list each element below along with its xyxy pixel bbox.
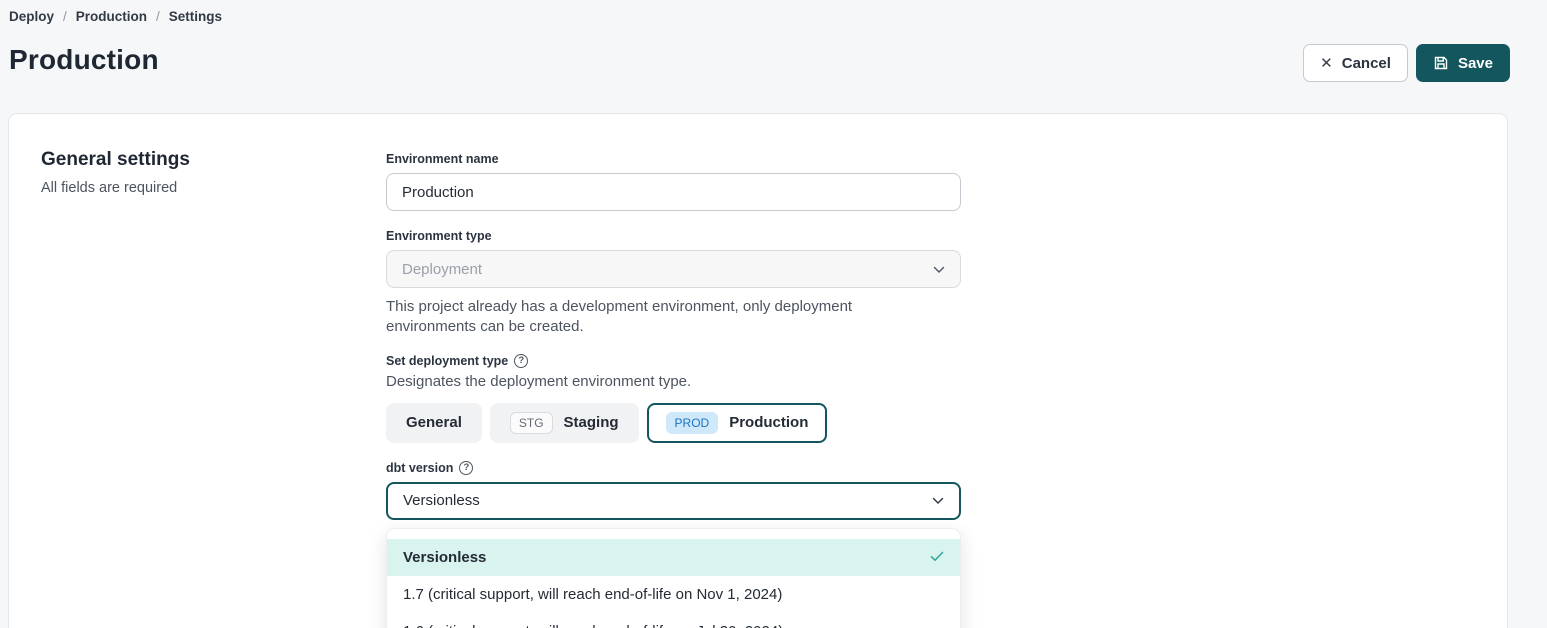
check-icon bbox=[930, 549, 944, 566]
environment-settings-page: Deploy / Production / Settings Productio… bbox=[0, 0, 1547, 628]
environment-name-input[interactable] bbox=[386, 173, 961, 211]
breadcrumb-deploy[interactable]: Deploy bbox=[9, 9, 54, 24]
dbt-version-option-versionless[interactable]: Versionless bbox=[387, 539, 960, 576]
save-button-label: Save bbox=[1458, 55, 1493, 72]
cancel-button[interactable]: ✕ Cancel bbox=[1303, 44, 1408, 82]
environment-type-value: Deployment bbox=[402, 261, 482, 278]
option-label: 1.6 (critical support, will reach end-of… bbox=[403, 623, 783, 628]
deployment-type-staging-label: Staging bbox=[564, 414, 619, 431]
header-actions: ✕ Cancel Save bbox=[1303, 44, 1510, 82]
staging-badge: STG bbox=[510, 412, 553, 434]
dbt-version-select[interactable]: Versionless bbox=[386, 482, 961, 520]
environment-type-select: Deployment bbox=[386, 250, 961, 288]
deployment-type-general-label: General bbox=[406, 414, 462, 431]
help-icon[interactable]: ? bbox=[459, 461, 473, 475]
dbt-version-label: dbt version bbox=[386, 461, 453, 475]
environment-type-helper: This project already has a development e… bbox=[386, 297, 931, 338]
section-title: General settings bbox=[41, 149, 190, 171]
cancel-button-label: Cancel bbox=[1342, 55, 1391, 72]
deployment-type-label-row: Set deployment type ? bbox=[386, 354, 961, 368]
deployment-type-production-button[interactable]: PROD Production bbox=[647, 403, 828, 443]
section-head: General settings All fields are required bbox=[41, 149, 190, 196]
deployment-type-label: Set deployment type bbox=[386, 354, 508, 368]
deployment-type-options: General STG Staging PROD Production bbox=[386, 403, 961, 443]
breadcrumb: Deploy / Production / Settings bbox=[9, 9, 222, 24]
option-label: 1.7 (critical support, will reach end-of… bbox=[403, 586, 782, 603]
section-subtitle: All fields are required bbox=[41, 180, 190, 196]
environment-type-label: Environment type bbox=[386, 229, 961, 243]
save-button[interactable]: Save bbox=[1416, 44, 1510, 82]
dbt-version-option-1-7[interactable]: 1.7 (critical support, will reach end-of… bbox=[387, 576, 960, 613]
dbt-version-value: Versionless bbox=[403, 492, 480, 509]
page-title: Production bbox=[9, 44, 159, 76]
save-icon bbox=[1433, 55, 1449, 71]
deployment-type-staging-button[interactable]: STG Staging bbox=[490, 403, 639, 443]
breadcrumb-production[interactable]: Production bbox=[76, 9, 147, 24]
general-settings-card: General settings All fields are required… bbox=[8, 113, 1508, 628]
dbt-version-dropdown: Versionless 1.7 (critical support, will … bbox=[386, 528, 961, 628]
breadcrumb-separator: / bbox=[63, 9, 67, 24]
option-label: Versionless bbox=[403, 549, 486, 566]
dbt-version-label-row: dbt version ? bbox=[386, 461, 961, 475]
deployment-type-general-button[interactable]: General bbox=[386, 403, 482, 443]
environment-name-label: Environment name bbox=[386, 152, 961, 166]
chevron-down-icon bbox=[932, 492, 944, 509]
prod-badge: PROD bbox=[666, 412, 719, 434]
deployment-type-production-label: Production bbox=[729, 414, 808, 431]
breadcrumb-settings: Settings bbox=[169, 9, 222, 24]
chevron-down-icon bbox=[933, 261, 945, 278]
breadcrumb-separator: / bbox=[156, 9, 160, 24]
close-icon: ✕ bbox=[1320, 56, 1333, 71]
deployment-type-helper: Designates the deployment environment ty… bbox=[386, 372, 931, 392]
dbt-version-option-1-6[interactable]: 1.6 (critical support, will reach end-of… bbox=[387, 613, 960, 628]
help-icon[interactable]: ? bbox=[514, 354, 528, 368]
settings-form: Environment name Environment type Deploy… bbox=[386, 152, 961, 628]
